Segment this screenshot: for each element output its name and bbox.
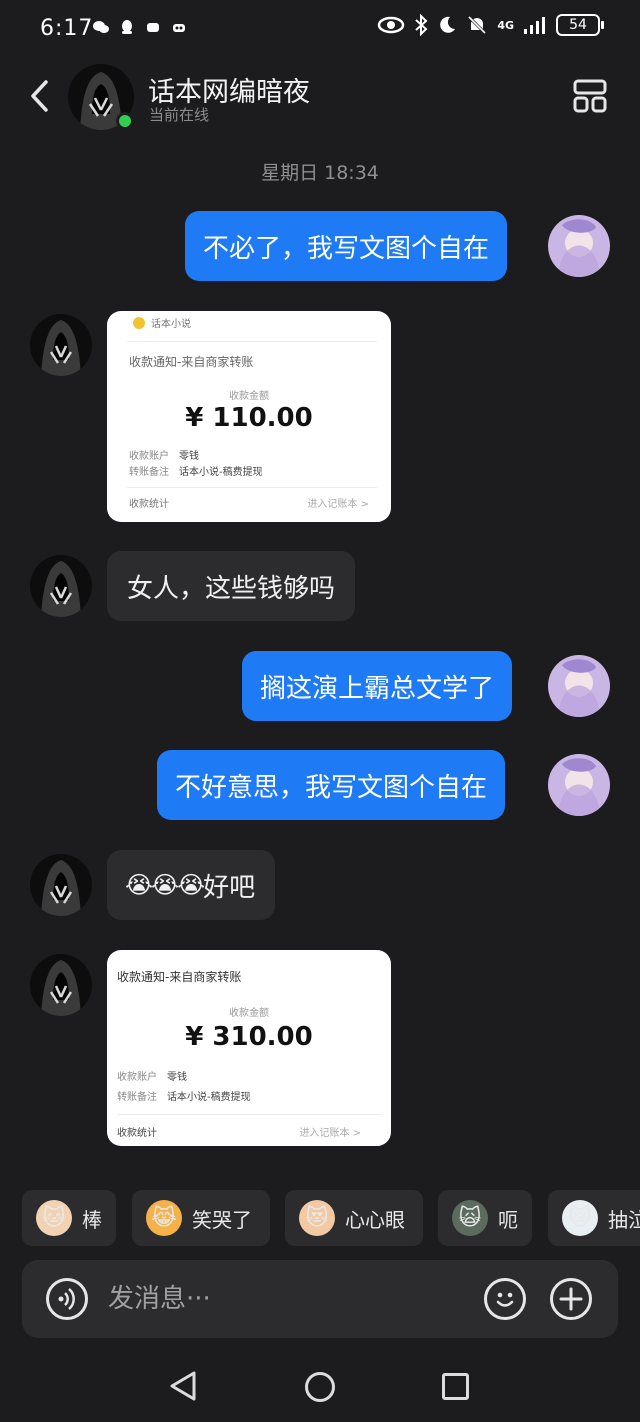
message-composer xyxy=(22,1260,618,1338)
receipt-title: 收款通知-来自商家转账 xyxy=(129,355,254,369)
receipt-title: 收款通知-来自商家转账 xyxy=(117,970,242,984)
plus-icon xyxy=(559,1287,583,1311)
receipt-image[interactable]: 收款通知-来自商家转账 收款金额 ¥ 310.00 收款账户 零钱 转账备注 话本小… xyxy=(107,950,391,1146)
chat-header: 话本网编暗夜 当前在线 xyxy=(0,58,640,138)
network-type: 4G xyxy=(497,18,514,32)
outgoing-message[interactable]: 不好意思，我写文图个自在 xyxy=(157,750,506,820)
crying-emoji-icon: 😭😭😭 xyxy=(125,871,205,899)
contact-avatar[interactable] xyxy=(30,555,92,617)
message-text: 好吧 xyxy=(203,872,256,903)
divider xyxy=(127,487,377,488)
amount-label: 收款金额 xyxy=(229,1008,269,1019)
amount-label: 收款金额 xyxy=(229,391,269,402)
layout-grid-icon xyxy=(573,79,607,113)
status-time: 6:17 xyxy=(40,16,94,41)
account-row: 收款账户 零钱 xyxy=(129,451,199,462)
quick-reply-laugh-cry[interactable]: 😹 笑哭了 xyxy=(132,1190,270,1246)
more-actions-button[interactable] xyxy=(550,1278,592,1320)
shocked-cat-icon: 🙀 xyxy=(452,1200,488,1236)
message-text: 搁这演上霸总文学了 xyxy=(260,673,495,704)
quick-reply-sob[interactable]: 😿 抽泣 xyxy=(548,1190,640,1246)
crying-cat-icon: 😿 xyxy=(562,1200,598,1236)
my-avatar[interactable] xyxy=(548,754,610,816)
message-timestamp: 星期日 18:34 xyxy=(261,162,379,184)
incoming-message[interactable]: 😭😭😭 好吧 xyxy=(107,850,276,920)
cat-sticker-icon: 🐱 xyxy=(36,1200,72,1236)
qq-icon xyxy=(118,18,136,36)
amount-value: ¥ 310.00 xyxy=(185,1022,313,1052)
note-row: 转账备注 话本小说-稿费提现 xyxy=(117,1092,251,1103)
quick-reply-label: 呃 xyxy=(498,1207,518,1232)
heart-eyes-cat-icon: 😻 xyxy=(299,1200,335,1236)
receipt-footer-right: 进入记账本 > xyxy=(299,1128,361,1139)
receipt-footer-left: 收款统计 xyxy=(129,499,169,510)
battery-icon: 54 xyxy=(556,14,604,36)
contact-avatar[interactable] xyxy=(30,954,92,1016)
quick-reply-label: 笑哭了 xyxy=(192,1207,252,1232)
status-bar: 6:17 4G 54 xyxy=(0,0,640,58)
quick-reply-heart-eyes[interactable]: 😻 心心眼 xyxy=(285,1190,423,1246)
incoming-message[interactable]: 女人，这些钱够吗 xyxy=(107,551,356,621)
laughing-cat-icon: 😹 xyxy=(146,1200,182,1236)
signal-icon xyxy=(524,17,545,34)
wechat-icon xyxy=(92,18,110,36)
nav-back-button[interactable] xyxy=(168,1370,198,1402)
nav-recents-button[interactable] xyxy=(442,1373,469,1400)
outgoing-message[interactable]: 不必了，我写文图个自在 xyxy=(185,211,508,281)
receipt-image[interactable]: 话本小说 收款通知-来自商家转账 收款金额 ¥ 110.00 收款账户 零钱 转账… xyxy=(107,311,391,522)
triangle-back-icon xyxy=(170,1371,196,1401)
mute-bell-icon xyxy=(468,15,487,35)
chat-settings-button[interactable] xyxy=(572,78,608,114)
message-input[interactable] xyxy=(108,1282,428,1316)
receipt-footer-right: 进入记账本 > xyxy=(307,499,369,510)
message-text: 女人，这些钱够吗 xyxy=(127,573,336,604)
eye-icon xyxy=(378,16,405,34)
nav-home-button[interactable] xyxy=(305,1372,335,1402)
smiley-icon xyxy=(496,1292,514,1307)
contact-avatar[interactable] xyxy=(30,314,92,376)
message-text: 不必了，我写文图个自在 xyxy=(203,233,490,264)
brand-logo-icon xyxy=(133,316,145,329)
receipt-footer-left: 收款统计 xyxy=(117,1128,157,1139)
bluetooth-icon xyxy=(415,14,428,36)
note-row: 转账备注 话本小说-稿费提现 xyxy=(129,467,263,478)
quick-reply-label: 棒 xyxy=(82,1207,102,1232)
app-notification-icon xyxy=(170,18,188,36)
chevron-left-icon xyxy=(31,80,48,112)
voice-wave-icon xyxy=(58,1288,75,1310)
contact-online-status: 当前在线 xyxy=(149,106,210,124)
account-row: 收款账户 零钱 xyxy=(117,1072,187,1083)
amount-value: ¥ 110.00 xyxy=(185,403,313,433)
system-nav-bar xyxy=(0,1350,640,1422)
notification-icons xyxy=(92,18,188,36)
moon-icon xyxy=(440,16,456,33)
my-avatar[interactable] xyxy=(548,215,610,277)
back-button[interactable] xyxy=(22,76,58,116)
app-notification-icon xyxy=(144,18,162,36)
divider xyxy=(127,341,377,342)
message-text: 不好意思，我写文图个自在 xyxy=(175,772,488,803)
voice-input-button[interactable] xyxy=(46,1278,88,1320)
contact-avatar[interactable] xyxy=(30,854,92,916)
outgoing-message[interactable]: 搁这演上霸总文学了 xyxy=(242,651,513,721)
quick-reply-uh[interactable]: 🙀 呃 xyxy=(438,1190,532,1246)
battery-level: 54 xyxy=(569,17,587,33)
quick-reaction-bar: 🐱 棒 😹 笑哭了 😻 心心眼 🙀 呃 😿 抽泣 xyxy=(0,1190,640,1246)
system-status: 4G 54 xyxy=(377,14,604,36)
divider xyxy=(117,1114,381,1115)
online-status-dot xyxy=(116,112,134,130)
quick-reply-bang[interactable]: 🐱 棒 xyxy=(22,1190,116,1246)
my-avatar[interactable] xyxy=(548,655,610,717)
quick-reply-label: 心心眼 xyxy=(345,1207,405,1232)
emoji-button[interactable] xyxy=(484,1278,526,1320)
quick-reply-label: 抽泣 xyxy=(608,1207,640,1232)
receipt-brand: 话本小说 xyxy=(133,315,191,330)
